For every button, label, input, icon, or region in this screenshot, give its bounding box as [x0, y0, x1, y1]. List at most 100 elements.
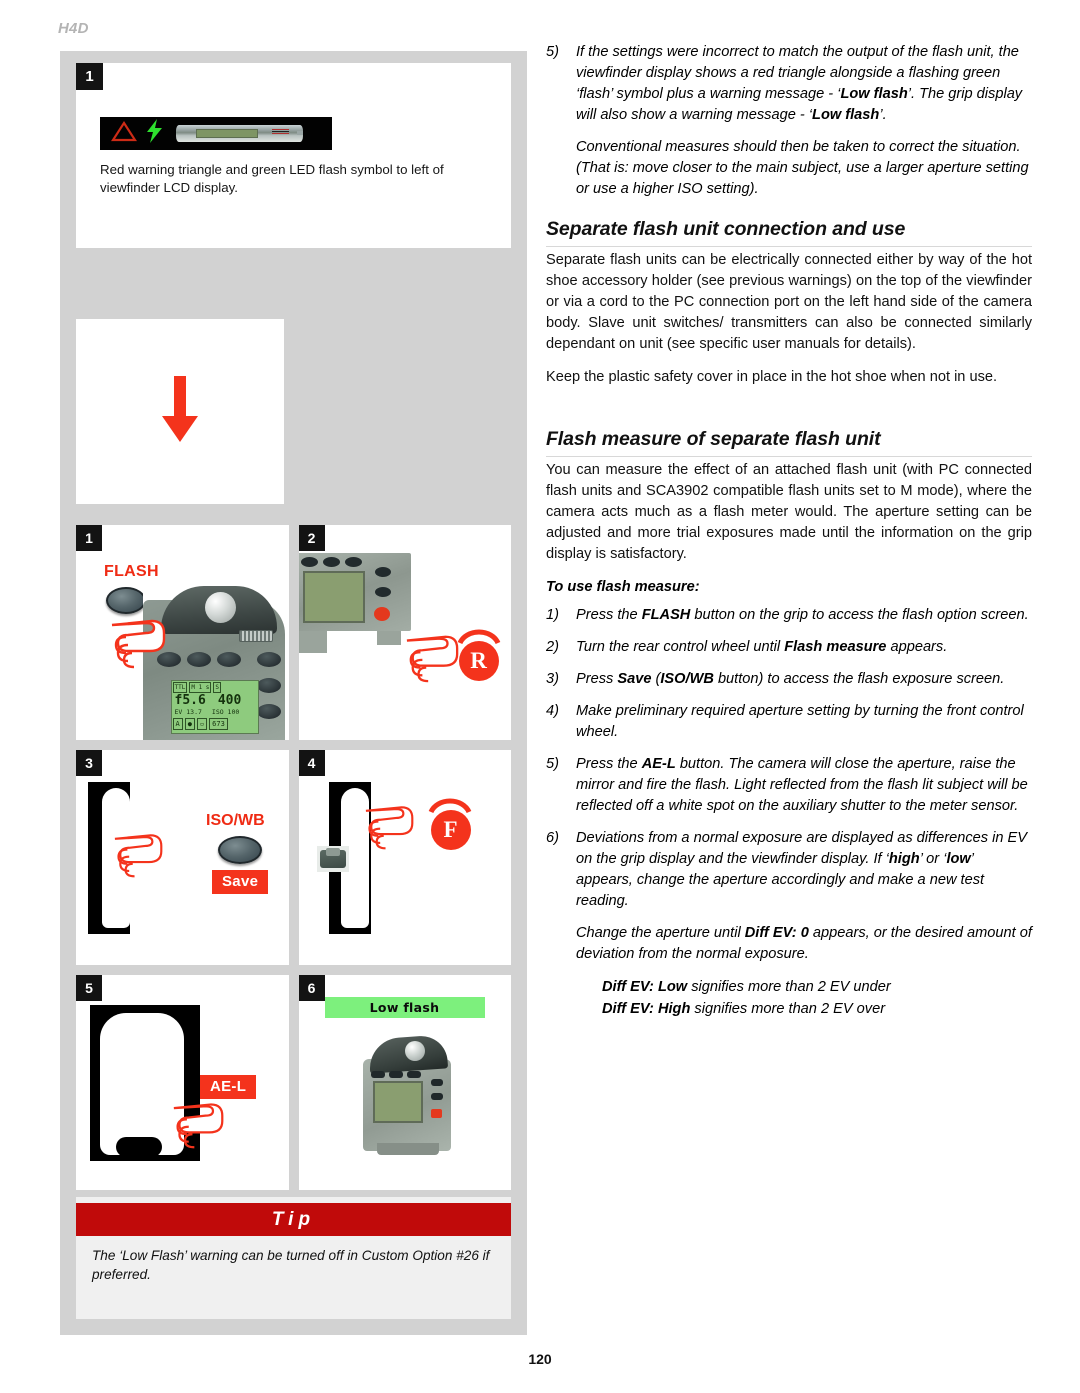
- low-bold: low: [946, 851, 971, 867]
- viewfinder-caption: Red warning triangle and green LED flash…: [100, 162, 444, 196]
- section-heading-flash-measure: Flash measure of separate flash unit: [546, 428, 1032, 457]
- figure-badge: 6: [298, 975, 325, 1001]
- closing-paragraph: Change the aperture until Diff EV: 0 app…: [576, 923, 1032, 965]
- lcd-frame-count: 673: [209, 718, 228, 730]
- tip-heading: Tip: [76, 1203, 511, 1236]
- hot-shoe-photo: [316, 846, 349, 872]
- pointing-hand-icon: [111, 619, 166, 669]
- grip-lcd-display: TTL M 1 s S f5.6 400 EV 13.7 ISO 100 A ●…: [170, 680, 259, 734]
- figure-badge: 4: [298, 750, 325, 776]
- diff-ev-high-bold: Diff EV: High: [602, 1000, 691, 1017]
- item-number: 5): [546, 756, 559, 772]
- flash-button-bold: FLASH: [641, 607, 691, 623]
- item-number: 6): [546, 830, 559, 846]
- diff-ev-high-line: Diff EV: High signifies more than 2 EV o…: [602, 999, 1032, 1021]
- low-flash-bold-1: Low flash: [840, 86, 908, 102]
- step-text-post: appears.: [886, 639, 948, 655]
- flash-button-label: FLASH: [104, 563, 159, 580]
- viewfinder-strip: [100, 117, 332, 150]
- manual-page: H4D 1 Red warning triangle and green LED…: [0, 0, 1080, 1393]
- step-text-pre: Press the: [576, 756, 642, 772]
- item-text: Deviations from a normal exposure are di…: [576, 828, 1032, 912]
- step-press-flash-button: 1 FLASH TTL M 1 s S f5.6 400 EV 13.7 ISO…: [76, 525, 289, 740]
- diff-ev-low-rest: signifies more than 2 EV under: [687, 979, 891, 995]
- lcd-mode-m: M 1 s: [189, 682, 212, 693]
- item-text: Turn the rear control wheel until Flash …: [576, 637, 1032, 658]
- diff-ev-low-bold: Diff EV: Low: [602, 979, 688, 995]
- viewfinder-warning-card: 1 Red warning triangle and green LED fla…: [76, 63, 511, 248]
- to-use-flash-measure-subhead: To use flash measure:: [546, 579, 700, 595]
- step-row: 3 ISO/WB Save 4 F: [76, 750, 511, 965]
- item-number: 3): [546, 671, 559, 687]
- tip-body: The ‘Low Flash’ warning can be turned of…: [92, 1248, 490, 1282]
- section1-paragraph-2: Keep the plastic safety cover in place i…: [546, 369, 998, 385]
- lcd-mode-s: S: [213, 682, 222, 693]
- down-arrow-icon: [76, 319, 284, 504]
- front-wheel-badge: F: [430, 810, 471, 850]
- item-text: Press the FLASH button on the grip to ac…: [576, 605, 1032, 626]
- warning-triangle-icon: [110, 120, 138, 147]
- body-text-column: 5) If the settings were incorrect to mat…: [546, 42, 1032, 1021]
- flash-measure-step-6: 6) Deviations from a normal exposure are…: [546, 828, 1032, 912]
- item-text: Press the AE-L button. The camera will c…: [576, 754, 1032, 817]
- flash-measure-step-1: 1) Press the FLASH button on the grip to…: [546, 605, 1032, 626]
- step-text-post: button) to access the flash exposure scr…: [713, 671, 1005, 687]
- step-text-pre: Press: [576, 671, 618, 687]
- item-number: 1): [546, 607, 559, 623]
- page-number: 120: [528, 1351, 552, 1367]
- flash-measure-step-2: 2) Turn the rear control wheel until Fla…: [546, 637, 1032, 658]
- figure-badge: 2: [298, 525, 325, 551]
- step-press-save-isowb: 3 ISO/WB Save: [76, 750, 289, 965]
- figure-badge: 3: [76, 750, 102, 776]
- flash-measure-step-5: 5) Press the AE-L button. The camera wil…: [546, 754, 1032, 817]
- item-text: Make preliminary required aperture setti…: [576, 703, 1024, 740]
- tip-box: Tip The ‘Low Flash’ warning can be turne…: [76, 1197, 511, 1319]
- diff-ev-zero-bold: Diff EV: 0: [744, 925, 809, 941]
- save-chip: Save: [212, 870, 269, 894]
- closing-pre: Change the aperture until: [576, 925, 745, 941]
- section-heading-separate-flash: Separate flash unit connection and use: [546, 218, 1032, 247]
- lcd-mode-a: A: [172, 718, 183, 730]
- lcd-aperture: f5.6: [174, 693, 206, 708]
- pointing-hand-icon: [114, 834, 163, 878]
- lcd-mode-ttl: TTL: [172, 682, 188, 693]
- figure-badge: 1: [76, 525, 102, 551]
- flash-measure-bold: Flash measure: [784, 639, 887, 655]
- diff-ev-low-line: Diff EV: Low signifies more than 2 EV un…: [602, 977, 1032, 999]
- item-number: 2): [546, 639, 559, 655]
- flash-bolt-icon: [146, 119, 163, 148]
- rear-wheel-badge: R: [458, 641, 499, 681]
- ael-chip: AE-L: [200, 1075, 257, 1099]
- low-flash-message: Low flash: [324, 997, 485, 1018]
- flash-measure-step-3: 3) Press Save (ISO/WB button) to access …: [546, 669, 1032, 690]
- step-low-flash-result: 6 Low flash: [298, 975, 511, 1190]
- step-text-pre: Press the: [576, 607, 642, 623]
- ael-bold: AE-L: [641, 756, 676, 772]
- step-text-post: button on the grip to access the flash o…: [690, 607, 1029, 623]
- lcd-shutter: 400: [217, 693, 242, 708]
- diff-ev-high-rest: signifies more than 2 EV over: [690, 1000, 886, 1017]
- item-number: 4): [546, 703, 559, 719]
- flash-button-icon: [106, 587, 146, 614]
- pointing-hand-icon: [365, 806, 413, 850]
- lcd-meter-icon: ●: [184, 718, 195, 730]
- step-row: 1 FLASH TTL M 1 s S f5.6 400 EV 13.7 ISO…: [76, 525, 511, 740]
- flash-measure-step-4: 4) Make preliminary required aperture se…: [546, 701, 1032, 743]
- pointing-hand-icon: [173, 1103, 224, 1149]
- section2-paragraph-1: You can measure the effect of an attache…: [546, 462, 1032, 562]
- low-flash-bold-2: Low flash: [812, 107, 880, 123]
- step-turn-front-wheel: 4 F: [298, 750, 511, 965]
- lcd-battery-icon: ▫: [196, 718, 208, 730]
- lcd-ev: EV 13.7: [174, 708, 202, 716]
- step-press-ael: 5 AE-L: [76, 975, 289, 1190]
- lcd-iso: ISO 100: [211, 708, 240, 716]
- step-row: 5 AE-L 6 Low flash: [76, 975, 511, 1190]
- step-text-mid: ’ or ‘: [919, 851, 947, 867]
- isowb-button-label: ISO/WB: [206, 812, 265, 829]
- section1-paragraph-1: Separate flash units can be electrically…: [546, 252, 1032, 352]
- numbered-item-5: 5) If the settings were incorrect to mat…: [546, 42, 1032, 126]
- figure-badge: 5: [76, 975, 102, 1001]
- item-text: If the settings were incorrect to match …: [576, 42, 1032, 126]
- grip-photo: [361, 1034, 457, 1157]
- isowb-bold: ISO/WB: [660, 671, 714, 687]
